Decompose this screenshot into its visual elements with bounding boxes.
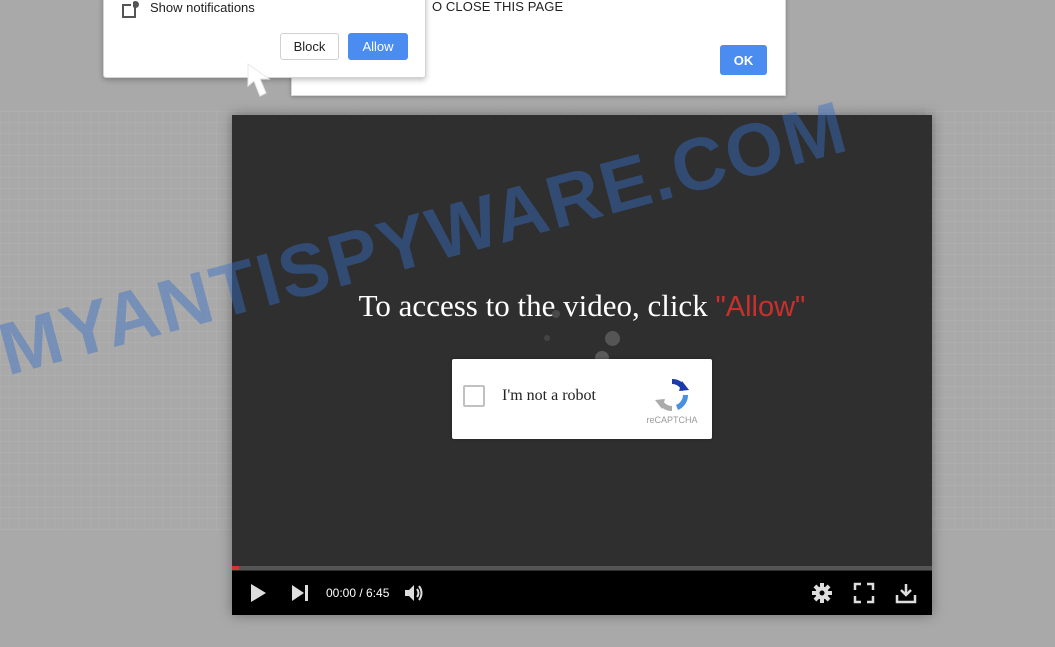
- volume-icon[interactable]: [403, 582, 425, 604]
- video-title: To access to the video, click "Allow": [232, 288, 932, 324]
- recaptcha-brand: reCAPTCHA: [646, 415, 698, 425]
- recaptcha-logo-icon: [655, 378, 689, 412]
- download-icon[interactable]: [895, 582, 917, 604]
- video-player[interactable]: To access to the video, click "Allow" I'…: [232, 115, 932, 615]
- recaptcha-label: I'm not a robot: [502, 387, 596, 404]
- time-display: 00:00 / 6:45: [326, 586, 390, 600]
- notification-bell-icon: [122, 1, 139, 18]
- video-title-text: To access to the video, click: [358, 288, 716, 323]
- next-icon[interactable]: [289, 582, 311, 604]
- play-icon[interactable]: [247, 582, 269, 604]
- notification-text: Show notifications: [150, 0, 255, 15]
- ok-button[interactable]: OK: [720, 45, 767, 75]
- progress-fill: [232, 566, 239, 570]
- recaptcha-checkbox[interactable]: [463, 385, 485, 407]
- block-button[interactable]: Block: [280, 33, 339, 60]
- alert-message: O CLOSE THIS PAGE: [432, 0, 564, 14]
- player-controls: 00:00 / 6:45: [232, 571, 932, 615]
- allow-button[interactable]: Allow: [348, 33, 408, 60]
- video-title-highlight: "Allow": [715, 291, 806, 323]
- recaptcha-widget: I'm not a robot reCAPTCHA: [452, 359, 712, 439]
- fullscreen-icon[interactable]: [853, 582, 875, 604]
- progress-bar[interactable]: [232, 566, 932, 570]
- pointer-arrow-icon: [247, 63, 271, 97]
- settings-icon[interactable]: [811, 582, 833, 604]
